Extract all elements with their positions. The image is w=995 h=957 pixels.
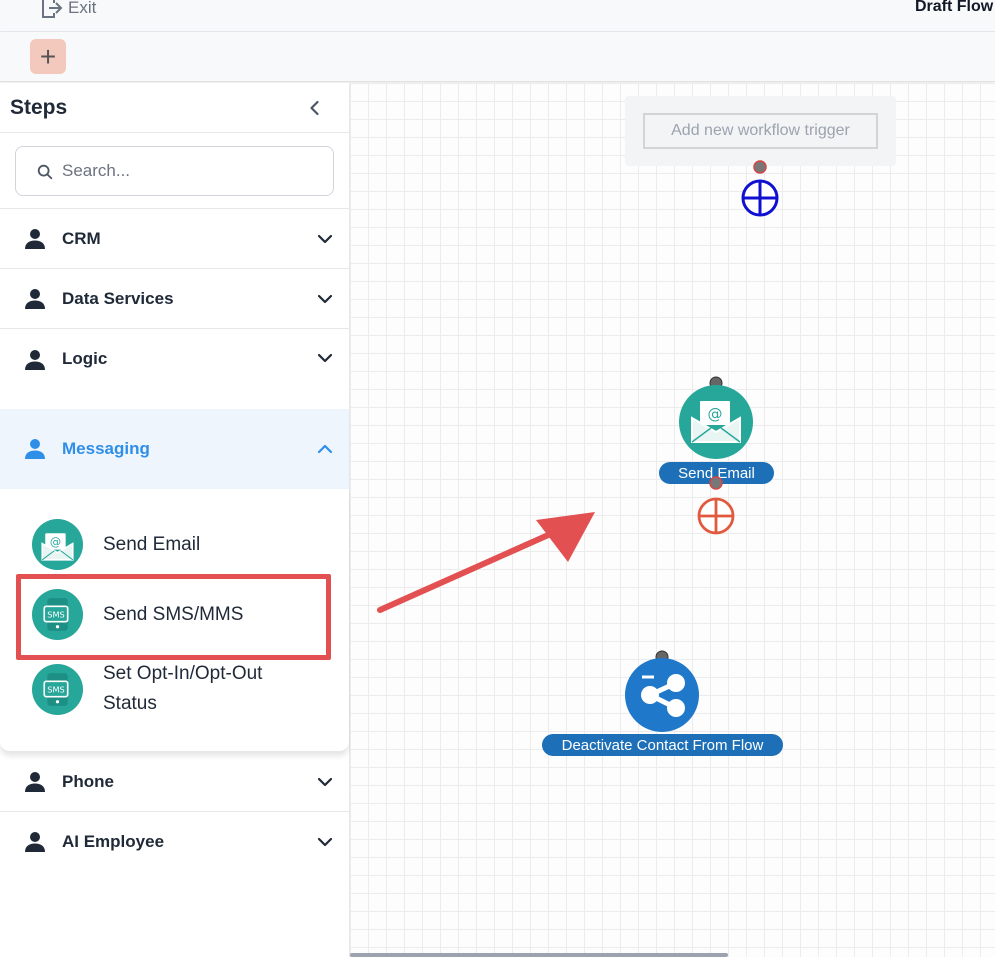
search-area <box>0 133 349 209</box>
svg-text:SMS: SMS <box>47 684 64 694</box>
step-label: Set Opt-In/Opt-Out Status <box>103 663 263 714</box>
chevron-down-icon <box>317 234 333 243</box>
step-send-email[interactable]: @ Send Email <box>32 519 200 570</box>
add-step-button[interactable]: + <box>30 39 66 74</box>
add-trigger-button[interactable]: Add new workflow trigger <box>643 113 878 149</box>
person-icon <box>25 288 45 309</box>
connector-dot[interactable] <box>709 476 723 490</box>
step-set-opt-status[interactable]: SMS Set Opt-In/Opt-Out Status <box>32 659 293 719</box>
exit-label: Exit <box>68 0 97 17</box>
steps-sidebar: Steps CRM Data Services Logic Messaging <box>0 83 350 957</box>
search-input[interactable] <box>62 157 322 185</box>
connector-dot[interactable] <box>752 159 768 175</box>
category-label: Data Services <box>62 288 174 308</box>
person-icon <box>25 350 45 370</box>
category-label: Phone <box>62 771 114 791</box>
flow-title: Draft Flow <box>915 0 994 15</box>
search-box <box>15 146 334 196</box>
chevron-down-icon <box>317 353 333 363</box>
svg-text:@: @ <box>50 536 61 549</box>
exit-button[interactable]: Exit <box>40 0 96 20</box>
step-label: Send SMS/MMS <box>103 603 244 625</box>
sms-icon: SMS <box>32 589 83 640</box>
chevron-down-icon <box>317 837 333 847</box>
sms-icon: SMS <box>32 663 83 715</box>
exit-icon <box>42 0 63 18</box>
person-icon <box>25 771 45 792</box>
add-node-icon[interactable] <box>696 496 736 536</box>
horizontal-scrollbar[interactable] <box>350 953 728 957</box>
person-icon <box>25 439 45 459</box>
category-phone[interactable]: Phone <box>0 752 349 812</box>
svg-text:@: @ <box>708 405 723 423</box>
step-send-sms[interactable]: SMS Send SMS/MMS <box>32 589 243 640</box>
person-icon <box>25 832 45 852</box>
category-label: Logic <box>62 349 108 368</box>
add-node-icon[interactable] <box>740 178 780 218</box>
share-icon[interactable] <box>624 657 702 735</box>
category-label: Messaging <box>62 439 150 458</box>
email-icon[interactable]: @ <box>678 384 754 460</box>
step-label: Send Email <box>103 533 201 555</box>
category-data-services[interactable]: Data Services <box>0 269 349 329</box>
category-messaging[interactable]: Messaging <box>0 409 349 489</box>
chevron-down-icon <box>317 294 333 303</box>
person-icon <box>25 228 45 249</box>
email-icon: @ <box>32 519 83 570</box>
toolbar: + <box>0 32 995 82</box>
category-label: AI Employee <box>62 832 165 851</box>
category-logic[interactable]: Logic <box>0 329 349 409</box>
annotation-arrow <box>377 512 595 613</box>
steps-header: Steps <box>0 83 349 133</box>
top-bar: Exit Draft Flow <box>0 0 995 32</box>
chevron-up-icon <box>317 444 333 454</box>
chevron-left-icon[interactable] <box>305 98 325 118</box>
category-crm[interactable]: CRM <box>0 209 349 269</box>
steps-title: Steps <box>10 95 68 119</box>
category-label: CRM <box>62 228 101 248</box>
category-ai-employee[interactable]: AI Employee <box>0 812 349 872</box>
node-label-deactivate-contact[interactable]: Deactivate Contact From Flow <box>542 734 783 756</box>
svg-text:SMS: SMS <box>47 610 64 620</box>
chevron-down-icon <box>317 777 333 786</box>
messaging-submenu: @ Send Email SMS Send SMS/MMS SMS Set Op… <box>0 489 349 752</box>
search-icon <box>37 164 53 180</box>
